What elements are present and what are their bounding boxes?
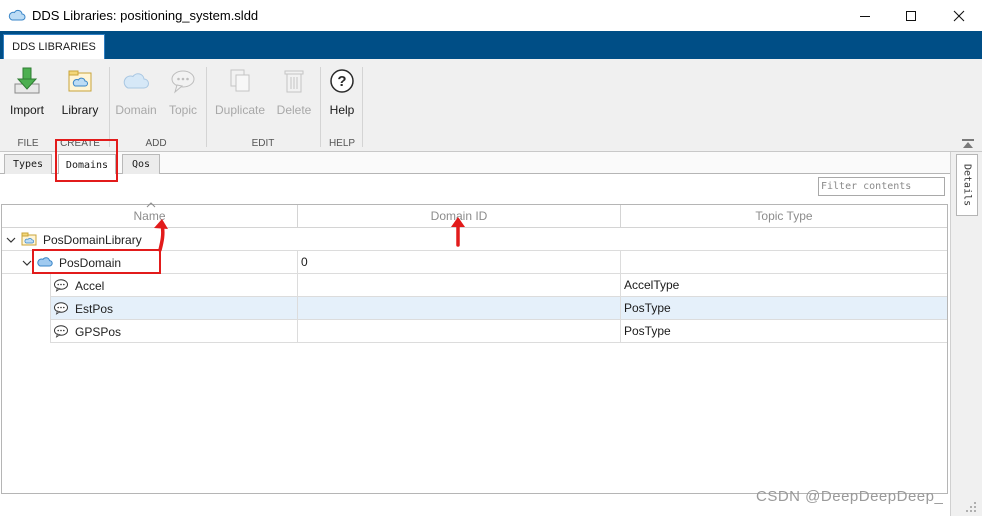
domain-id-cell[interactable]: 0 xyxy=(298,251,621,274)
ribbon-toolstrip: Import Library Domain Topic Duplicate De… xyxy=(0,59,982,152)
library-icon xyxy=(68,70,92,92)
group-label-file: FILE xyxy=(17,138,39,149)
tab-types[interactable]: Types xyxy=(4,154,52,174)
domain-label: Domain xyxy=(115,103,157,117)
library-icon xyxy=(21,232,37,246)
domain-cloud-icon xyxy=(123,73,149,89)
topic-speech-icon xyxy=(171,70,195,94)
tree-item-label: GPSPos xyxy=(75,325,122,339)
topic-type-cell[interactable]: AccelType xyxy=(621,274,947,297)
help-label: Help xyxy=(329,103,355,117)
annotation-box-posdomain xyxy=(32,249,161,274)
help-icon: ? xyxy=(330,69,354,93)
watermark-text: CSDN @DeepDeepDeep_ xyxy=(756,488,944,505)
topic-speech-icon xyxy=(54,325,68,338)
minimize-icon xyxy=(860,15,870,17)
ribbon-separator xyxy=(320,67,321,147)
resize-grip-icon[interactable] xyxy=(962,500,978,514)
topic-button[interactable]: Topic xyxy=(163,65,203,125)
sort-ascending-icon xyxy=(146,202,156,208)
chevron-down-icon[interactable] xyxy=(22,258,32,268)
domain-id-cell[interactable] xyxy=(298,320,621,343)
annotation-box-domains-tab xyxy=(55,139,118,182)
duplicate-label: Duplicate xyxy=(214,103,266,117)
library-label: Library xyxy=(61,103,99,117)
delete-button[interactable]: Delete xyxy=(274,65,314,125)
minimize-button[interactable] xyxy=(842,0,888,31)
app-cloud-icon xyxy=(8,9,26,21)
topic-type-cell[interactable]: PosType xyxy=(621,297,947,320)
domain-tree-table: Name Domain ID Topic Type PosDomainLibra… xyxy=(1,202,948,494)
column-header-topic-type-label: Topic Type xyxy=(755,209,813,223)
collapse-ribbon-icon[interactable] xyxy=(960,138,976,150)
import-label: Import xyxy=(9,103,44,117)
topic-speech-icon xyxy=(54,279,68,292)
domain-id-cell[interactable] xyxy=(298,297,621,320)
maximize-button[interactable] xyxy=(888,0,934,31)
trash-icon xyxy=(284,70,304,93)
tree-item-label: PosDomainLibrary xyxy=(43,233,142,247)
title-bar: DDS Libraries: positioning_system.sldd xyxy=(0,0,982,31)
ribbon-tab-strip: DDS LIBRARIES xyxy=(0,31,982,59)
tab-dds-libraries[interactable]: DDS LIBRARIES xyxy=(3,34,105,59)
topic-speech-icon xyxy=(54,302,68,315)
topic-type-cell[interactable] xyxy=(621,251,947,274)
annotation-arrow-name xyxy=(154,219,168,252)
tree-item-label: EstPos xyxy=(75,302,114,316)
ribbon-separator xyxy=(362,67,363,147)
group-label-edit: EDIT xyxy=(251,138,275,149)
library-button[interactable]: Library xyxy=(58,65,102,125)
annotation-arrow-domain-id xyxy=(451,217,465,247)
ribbon-separator xyxy=(206,67,207,147)
tab-qos[interactable]: Qos xyxy=(122,154,160,174)
delete-label: Delete xyxy=(276,103,312,117)
duplicate-button[interactable]: Duplicate xyxy=(212,65,268,125)
details-label: Details xyxy=(961,163,973,207)
help-button[interactable]: ? Help xyxy=(325,65,359,125)
content-area: Filter contents Name Domain ID Topic Typ… xyxy=(0,174,950,516)
topic-label: Topic xyxy=(168,103,197,117)
tree-item-label: Accel xyxy=(75,279,105,293)
group-label-add: ADD xyxy=(145,138,167,149)
library-tab-bar: Types Domains Qos xyxy=(0,152,950,175)
topic-type-cell[interactable]: PosType xyxy=(621,320,947,343)
import-button[interactable]: Import xyxy=(6,65,48,125)
close-icon xyxy=(953,10,965,21)
chevron-down-icon[interactable] xyxy=(6,235,16,245)
import-icon xyxy=(14,67,40,94)
domain-id-cell[interactable] xyxy=(298,274,621,297)
column-header-topic-type[interactable]: Topic Type xyxy=(621,205,947,228)
ribbon-separator xyxy=(109,67,110,147)
maximize-icon xyxy=(906,10,916,21)
svg-text:?: ? xyxy=(337,73,346,90)
window-title: DDS Libraries: positioning_system.sldd xyxy=(32,8,259,23)
duplicate-icon xyxy=(230,69,250,92)
group-label-help: HELP xyxy=(328,138,356,149)
table-row[interactable] xyxy=(2,228,947,251)
domain-button[interactable]: Domain xyxy=(113,65,159,125)
details-panel-tab[interactable]: Details xyxy=(956,154,978,216)
filter-input[interactable]: Filter contents xyxy=(818,177,945,196)
close-button[interactable] xyxy=(936,0,982,31)
